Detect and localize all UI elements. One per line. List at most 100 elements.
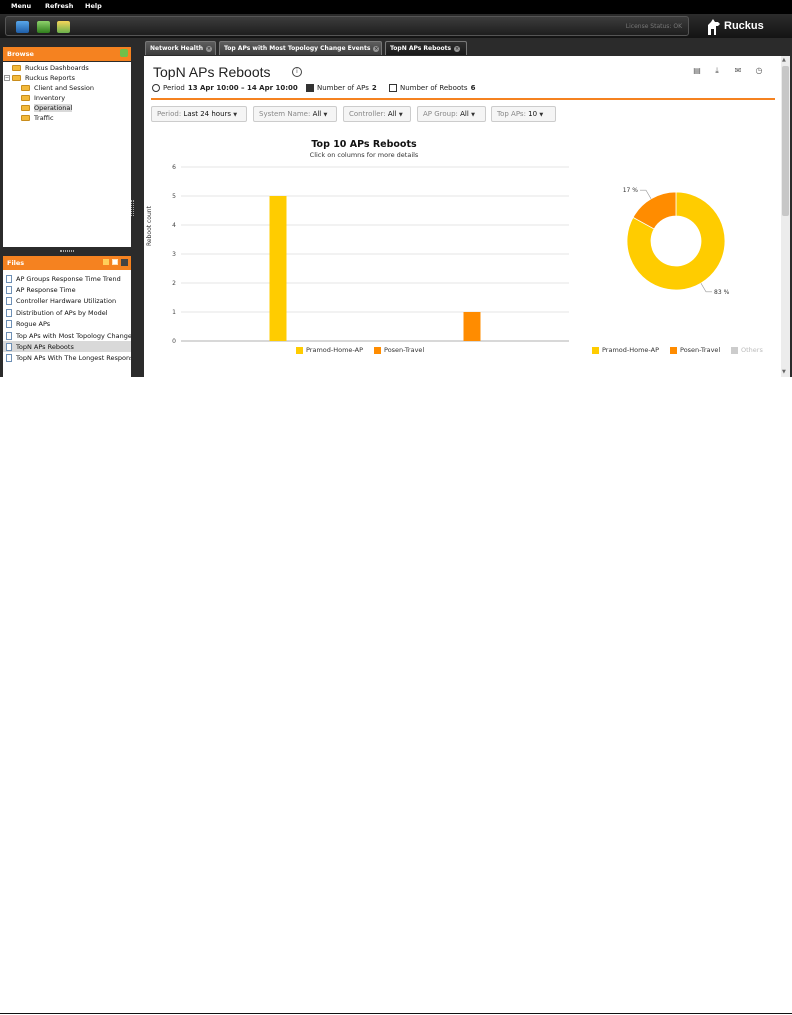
y-tick-label: 5 [172,193,176,200]
close-tab-icon[interactable]: × [454,46,461,52]
bar-pramod-home-ap[interactable] [269,196,287,341]
legend-swatch [296,346,303,354]
folder-icon [21,115,30,121]
scroll-thumb[interactable] [782,66,789,216]
file-item[interactable]: Rogue APs [3,318,131,329]
tree-item-ruckus-reports[interactable]: − Ruckus Reports [4,74,75,82]
browse-panel-header: Browse [3,47,131,61]
pie-legend-item[interactable]: Posen-Travel [670,346,720,354]
y-tick-label: 3 [172,251,176,258]
file-item[interactable]: Top APs with Most Topology Change [3,330,131,341]
file-item[interactable]: Distribution of APs by Model [3,307,131,318]
menu-item-help[interactable]: Help [85,2,102,10]
file-label: Controller Hardware Utilization [16,296,117,305]
y-tick-label: 0 [172,338,176,345]
edit-icon[interactable] [112,259,118,265]
panel-splitter[interactable] [3,247,131,256]
tree-item-client-and-session[interactable]: Client and Session [21,84,94,92]
logo-text: Ruckus [724,20,764,32]
pie-legend-item[interactable]: Pramod-Home-AP [592,346,659,354]
file-label: Top APs with Most Topology Change [16,331,131,340]
document-icon [6,319,12,328]
collapse-icon[interactable]: − [4,75,10,81]
file-label: AP Groups Response Time Trend [16,274,121,283]
bar-legend-item[interactable]: Posen-Travel [374,346,424,354]
list-icon[interactable] [121,259,128,266]
file-item-selected[interactable]: TopN APs Reboots [3,341,131,352]
tab-topn-aps-reboots[interactable]: TopN APs Reboots × [385,41,467,55]
toolbar: License Status: OK [0,14,792,38]
browse-tree: Ruckus Dashboards − Ruckus Reports Client… [3,62,131,247]
file-label: TopN APs Reboots [16,342,74,351]
tree-label: Inventory [34,94,66,102]
refresh-icon[interactable] [37,21,50,33]
file-item[interactable]: AP Response Time [3,284,131,295]
splitter-grip [60,250,74,252]
monitor-icon[interactable] [16,21,29,33]
browse-title: Browse [7,50,34,58]
menu-item-refresh[interactable]: Refresh [45,2,73,10]
file-item[interactable]: AP Groups Response Time Trend [3,273,131,284]
document-icon [6,285,12,294]
page-footer-line [0,1013,792,1014]
folder-icon [21,85,30,91]
legend-swatch [374,346,381,354]
table-icon[interactable] [57,21,70,33]
bar-legend-item[interactable]: Pramod-Home-AP [296,346,363,354]
slice-leader-line [639,189,652,199]
ruckus-logo: Ruckus [706,17,776,37]
tree-label: Ruckus Reports [25,74,75,82]
dog-icon [708,19,720,35]
tree-item-operational[interactable]: Operational [21,104,73,112]
refresh-browse-icon[interactable] [120,49,128,57]
file-label: Distribution of APs by Model [16,308,108,317]
document-icon [6,331,12,340]
close-tab-icon[interactable]: × [206,46,212,52]
pie-legend-item[interactable]: Others [731,346,763,354]
content-scrollbar[interactable]: ▲ ▼ [781,56,790,377]
legend-label: Posen-Travel [384,346,425,354]
tree-item-traffic[interactable]: Traffic [21,114,54,122]
y-tick-label: 4 [172,222,176,229]
slice-label: 17 % [623,187,639,194]
document-icon [6,296,12,305]
tab-label: Top APs with Most Topology Change Events [224,45,371,52]
files-title: Files [7,259,25,267]
tab-topology-change[interactable]: Top APs with Most Topology Change Events… [219,41,382,55]
vertical-splitter-grip[interactable] [131,200,134,216]
slice-label: 83 % [714,289,730,296]
folder-icon [21,95,30,101]
folder-icon [21,105,30,111]
y-tick-label: 2 [172,280,176,287]
files-list: AP Groups Response Time Trend AP Respons… [3,270,131,377]
slice-leader-line [700,283,713,293]
charts-svg: 0 1 2 3 4 5 6 83 % 17 % [172,164,730,345]
legend-swatch [731,346,738,354]
report-content: TopN APs Reboots i ▤ ⤓ ✉ ◷ Period 13 Apr… [144,56,781,377]
tab-label: TopN APs Reboots [390,45,452,52]
bar-posen-travel[interactable] [463,312,481,341]
file-item[interactable]: TopN APs With The Longest Response [3,352,131,363]
tree-item-inventory[interactable]: Inventory [21,94,65,102]
tab-label: Network Health [150,45,203,52]
close-tab-icon[interactable]: × [373,46,380,52]
file-label: AP Response Time [16,285,76,294]
toolbar-box: License Status: OK [5,16,689,36]
y-tick-label: 1 [172,309,176,316]
legend-label: Posen-Travel [680,346,721,354]
tab-network-health[interactable]: Network Health × [145,41,216,55]
tree-item-ruckus-dashboards[interactable]: Ruckus Dashboards [12,64,89,72]
scroll-up-icon[interactable]: ▲ [782,57,786,63]
upload-icon[interactable] [103,259,109,265]
license-status: License Status: OK [625,23,682,30]
file-item[interactable]: Controller Hardware Utilization [3,295,131,306]
menu-bar: Menu Refresh Help [0,0,792,14]
menu-item-menu[interactable]: Menu [11,2,31,10]
document-icon [6,274,12,283]
tree-label: Client and Session [34,84,94,92]
tree-label: Traffic [34,114,54,122]
y-tick-label: 6 [172,164,176,171]
legend-label: Pramod-Home-AP [602,346,660,354]
scroll-down-icon[interactable]: ▼ [782,369,786,375]
file-label: TopN APs With The Longest Response [16,353,131,362]
